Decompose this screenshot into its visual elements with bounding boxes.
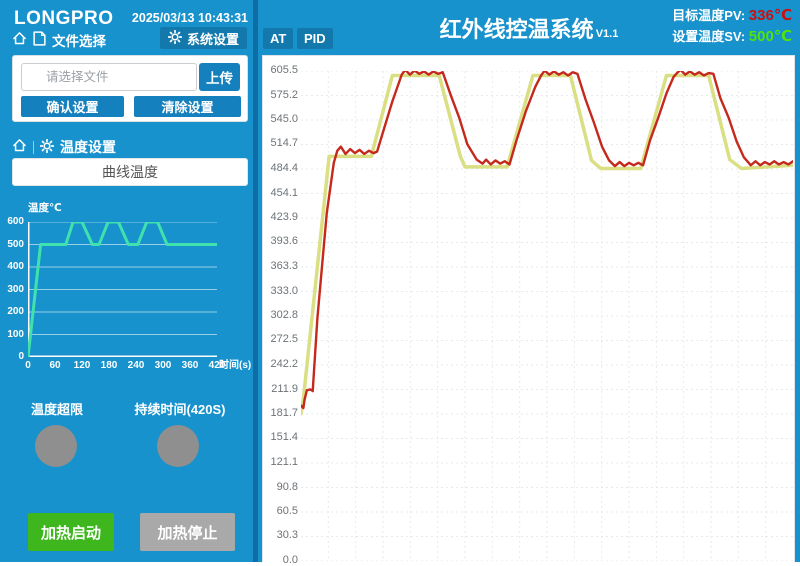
heating-start-button[interactable]: 加热启动 — [28, 513, 114, 551]
mini-chart-x-tick-label: 240 — [128, 360, 145, 371]
main-chart-y-tick-label: 90.8 — [265, 481, 298, 493]
upload-button[interactable]: 上传 — [199, 63, 240, 91]
app-version: V1.1 — [596, 28, 619, 40]
sidebar: LONGPRO 2025/03/13 10:43:31 文件选择 — [0, 0, 253, 562]
pv-sv-readout: 目标温度PV: 336℃ 设置温度SV: 500℃ — [672, 5, 792, 47]
main-chart-y-tick-label: 484.4 — [265, 162, 298, 174]
heating-stop-button[interactable]: 加热停止 — [140, 513, 235, 551]
logo: LONGPRO — [14, 8, 114, 30]
main-chart-y-tick-label: 363.3 — [265, 260, 298, 272]
app-window: LONGPRO 2025/03/13 10:43:31 文件选择 — [0, 0, 800, 562]
sidebar-divider — [253, 0, 258, 562]
duration-indicator — [157, 425, 199, 467]
datetime: 2025/03/13 10:43:31 — [132, 11, 248, 25]
main-chart-y-tick-label: 454.1 — [265, 187, 298, 199]
file-select-input[interactable] — [21, 63, 197, 91]
main-chart-y-tick-label: 514.7 — [265, 137, 298, 149]
main-chart-y-tick-label: 575.2 — [265, 89, 298, 101]
confirm-settings-button[interactable]: 确认设置 — [21, 96, 124, 117]
main-chart-y-tick-label: 181.7 — [265, 407, 298, 419]
main-chart-y-tick-label: 545.0 — [265, 113, 298, 125]
nav-separator — [33, 141, 34, 154]
mini-chart-x-tick-label: 60 — [49, 360, 60, 371]
mini-chart-x-tick-label: 120 — [74, 360, 91, 371]
main-chart-y-tick-label: 242.2 — [265, 358, 298, 370]
duration-label: 持续时间(420S) — [132, 399, 228, 418]
nav-file-select[interactable]: 文件选择 — [12, 30, 106, 50]
mini-chart-y-tick-label: 400 — [0, 261, 24, 272]
main-chart-y-tick-label: 393.6 — [265, 235, 298, 247]
sv-value: 500℃ — [749, 28, 792, 45]
main-chart-y-tick-label: 272.5 — [265, 333, 298, 345]
sv-label: 设置温度SV: — [672, 29, 745, 44]
mini-chart-x-tick-label: 360 — [182, 360, 199, 371]
gear-icon — [168, 30, 182, 47]
system-settings-label: 系统设置 — [187, 29, 239, 48]
main-chart-y-tick-label: 333.0 — [265, 285, 298, 297]
main-chart-plot — [301, 71, 793, 561]
gear-icon — [40, 139, 54, 156]
document-icon — [33, 31, 46, 49]
system-settings-button[interactable]: 系统设置 — [160, 27, 247, 49]
main-chart-y-tick-label: 211.9 — [265, 383, 298, 395]
main-chart-y-tick-label: 151.4 — [265, 431, 298, 443]
file-panel: 上传 确认设置 清除设置 — [12, 55, 248, 122]
setpoint-mini-chart: 温度℃ 0 100 200 300 400 500 600 0 60 120 180 240 300 3… — [0, 196, 253, 378]
nav-file-select-label: 文件选择 — [52, 30, 106, 50]
mini-chart-y-tick-label: 100 — [0, 329, 24, 340]
nav-temp-settings[interactable]: 温度设置 — [12, 138, 116, 156]
main-chart-y-tick-label: 302.8 — [265, 309, 298, 321]
mini-chart-y-tick-label: 600 — [0, 216, 24, 227]
home-icon — [12, 31, 27, 49]
home-icon — [12, 138, 27, 156]
main-chart-y-tick-label: 30.3 — [265, 529, 298, 541]
topbar: AT PID 红外线控温系统V1.1 目标温度PV: 336℃ 设置温度SV: … — [258, 0, 800, 52]
mini-chart-x-tick-label: 0 — [25, 360, 31, 371]
mini-chart-x-tick-label: 180 — [101, 360, 118, 371]
temperature-trend-chart: 605.5 575.2 545.0 514.7 484.4 454.1 423.9 393.6… — [262, 55, 795, 562]
mini-chart-x-axis-label: 时间(s) — [219, 356, 251, 371]
mini-chart-y-tick-label: 500 — [0, 239, 24, 250]
mini-chart-y-tick-label: 0 — [0, 351, 24, 362]
app-title-text: 红外线控温系统 — [440, 17, 594, 42]
temp-settings-label: 温度设置 — [60, 137, 116, 157]
mini-chart-y-axis-label: 温度℃ — [28, 200, 62, 215]
overlimit-indicator — [35, 425, 77, 467]
clear-settings-button[interactable]: 清除设置 — [134, 96, 241, 117]
mini-chart-plot — [28, 222, 217, 357]
main-chart-y-tick-label: 423.9 — [265, 211, 298, 223]
mini-chart-y-tick-label: 200 — [0, 306, 24, 317]
mini-chart-x-tick-label: 300 — [155, 360, 172, 371]
overlimit-label: 温度超限 — [14, 399, 100, 418]
main-chart-y-tick-label: 605.5 — [265, 64, 298, 76]
main-chart-y-tick-label: 0.0 — [265, 554, 298, 566]
curve-temperature-button[interactable]: 曲线温度 — [12, 158, 248, 186]
main-chart-y-tick-label: 121.1 — [265, 456, 298, 468]
pv-label: 目标温度PV: — [672, 8, 745, 23]
mini-chart-y-tick-label: 300 — [0, 284, 24, 295]
pv-row: 目标温度PV: 336℃ — [672, 5, 792, 26]
main-chart-y-tick-label: 60.5 — [265, 505, 298, 517]
sv-row: 设置温度SV: 500℃ — [672, 26, 792, 47]
pv-value: 336℃ — [749, 7, 792, 24]
